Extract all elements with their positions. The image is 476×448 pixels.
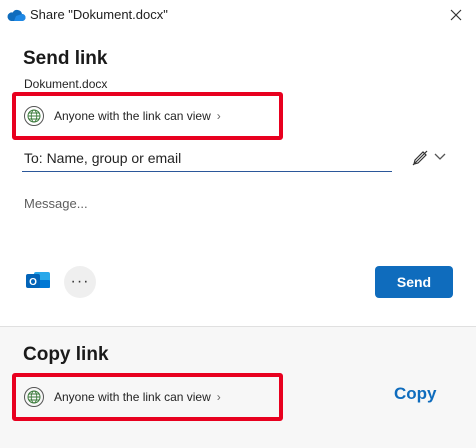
send-link-section: Send link Dokument.docx Anyone with the … bbox=[0, 30, 476, 326]
chevron-right-icon: › bbox=[216, 390, 221, 404]
link-permission-label: Anyone with the link can view bbox=[54, 390, 211, 404]
title-bar: Share "Dokument.docx" bbox=[0, 0, 476, 30]
copy-link-heading: Copy link bbox=[23, 344, 109, 365]
file-name: Dokument.docx bbox=[24, 77, 108, 91]
copy-link-section: Copy link Anyone with the link can view … bbox=[0, 327, 476, 448]
close-icon bbox=[450, 9, 462, 21]
edit-permission-pen-icon[interactable] bbox=[410, 148, 430, 168]
outlook-icon[interactable]: O bbox=[24, 266, 52, 294]
link-permission-label: Anyone with the link can view bbox=[54, 109, 211, 123]
close-button[interactable] bbox=[446, 5, 466, 25]
more-options-label: ··· bbox=[70, 273, 90, 290]
recipient-input[interactable] bbox=[22, 144, 392, 172]
chevron-down-icon[interactable] bbox=[432, 148, 448, 164]
copy-button[interactable]: Copy bbox=[394, 384, 437, 404]
more-options-button[interactable]: ··· bbox=[64, 266, 96, 298]
send-link-permission-setting[interactable]: Anyone with the link can view › bbox=[24, 102, 221, 130]
onedrive-cloud-icon bbox=[7, 9, 26, 21]
globe-icon bbox=[24, 106, 44, 126]
send-button[interactable]: Send bbox=[375, 266, 453, 298]
send-link-heading: Send link bbox=[23, 48, 108, 69]
chevron-right-icon: › bbox=[216, 109, 221, 123]
svg-text:O: O bbox=[29, 277, 37, 288]
globe-icon bbox=[24, 387, 44, 407]
message-field[interactable] bbox=[22, 194, 446, 258]
window-title: Share "Dokument.docx" bbox=[30, 7, 168, 22]
copy-link-permission-setting[interactable]: Anyone with the link can view › bbox=[24, 383, 221, 411]
